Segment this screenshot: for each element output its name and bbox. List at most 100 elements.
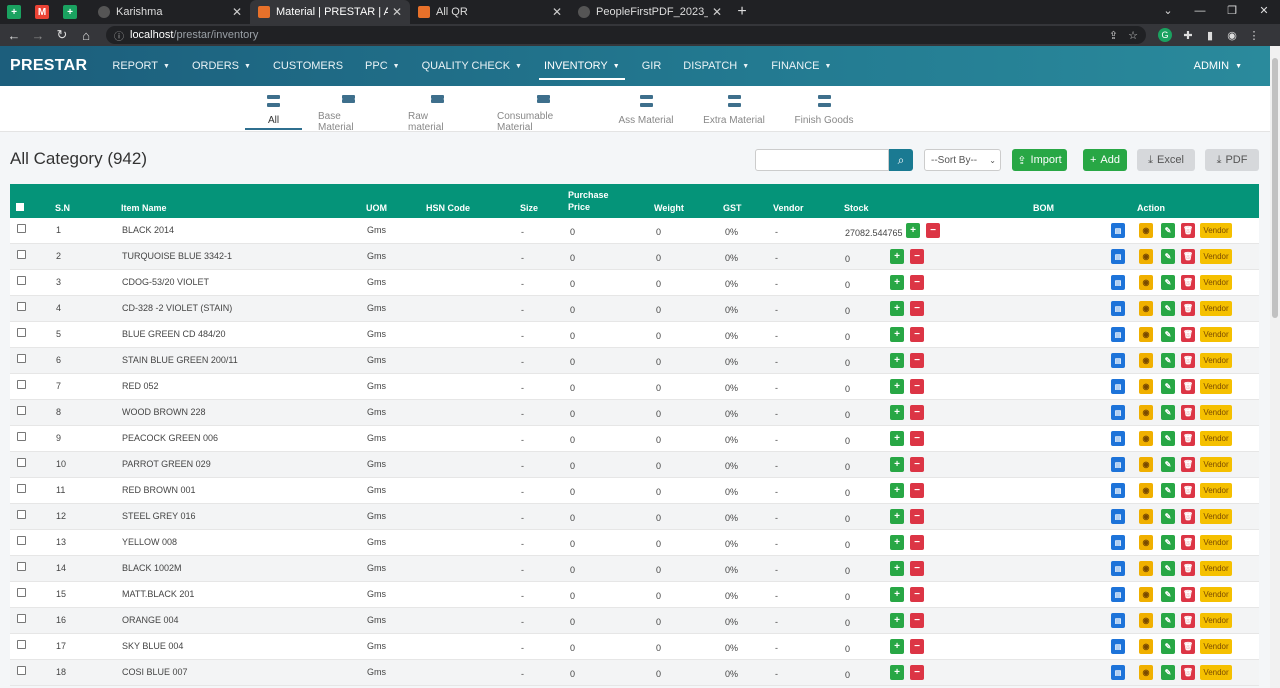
vendor-button[interactable]: Vendor [1200,457,1232,472]
excel-button[interactable]: ⤓ Excel [1137,149,1195,171]
row-checkbox[interactable] [17,562,26,571]
row-checkbox[interactable] [17,380,26,389]
add-button[interactable]: + Add [1083,149,1127,171]
view-button[interactable]: ◉ [1139,639,1153,654]
view-button[interactable]: ◉ [1139,275,1153,290]
bookmark-star-icon[interactable]: ☆ [1128,29,1138,42]
tab-base-material[interactable]: Base Material [318,86,378,133]
view-button[interactable]: ◉ [1139,301,1153,316]
browser-tab[interactable]: All QR ✕ [410,0,570,24]
delete-button[interactable]: 🗑 [1181,457,1195,472]
stock-minus-button[interactable]: − [910,249,924,264]
info-icon[interactable]: ⓘ [114,28,124,43]
tab-consumable-material[interactable]: Consumable Material [497,86,589,133]
pdf-button[interactable]: ⤓ PDF [1205,149,1259,171]
row-checkbox[interactable] [17,432,26,441]
row-checkbox[interactable] [17,640,26,649]
vendor-button[interactable]: Vendor [1200,223,1232,238]
edit-button[interactable]: ✎ [1161,405,1175,420]
edit-button[interactable]: ✎ [1161,457,1175,472]
stock-minus-button[interactable]: − [910,561,924,576]
pinned-tab[interactable]: + [0,0,28,24]
row-checkbox[interactable] [17,614,26,623]
edit-button[interactable]: ✎ [1161,275,1175,290]
nav-item-inventory[interactable]: INVENTORY ▼ [533,46,631,86]
vendor-button[interactable]: Vendor [1200,275,1232,290]
delete-button[interactable]: 🗑 [1181,301,1195,316]
search-button[interactable]: ⌕ [889,149,913,171]
nav-item-gir[interactable]: GIR [631,46,673,86]
sidepanel-icon[interactable]: ▮ [1200,27,1220,43]
edit-button[interactable]: ✎ [1161,561,1175,576]
stock-plus-button[interactable]: + [890,509,904,524]
stock-minus-button[interactable]: − [910,379,924,394]
vendor-button[interactable]: Vendor [1200,379,1232,394]
delete-button[interactable]: 🗑 [1181,275,1195,290]
back-icon[interactable]: ← [4,28,24,43]
nav-item-finance[interactable]: FINANCE ▼ [760,46,842,86]
stock-plus-button[interactable]: + [906,223,920,238]
edit-button[interactable]: ✎ [1161,535,1175,550]
stock-minus-button[interactable]: − [910,301,924,316]
bom-button[interactable]: ▤ [1111,327,1125,342]
tab-search-icon[interactable]: ⌄ [1152,0,1184,24]
reload-icon[interactable]: ↻ [52,27,72,43]
vendor-button[interactable]: Vendor [1200,353,1232,368]
vendor-button[interactable]: Vendor [1200,249,1232,264]
row-checkbox[interactable] [17,588,26,597]
vendor-button[interactable]: Vendor [1200,535,1232,550]
edit-button[interactable]: ✎ [1161,431,1175,446]
view-button[interactable]: ◉ [1139,223,1153,238]
row-checkbox[interactable] [17,666,26,675]
stock-minus-button[interactable]: − [910,353,924,368]
bom-button[interactable]: ▤ [1111,431,1125,446]
row-checkbox[interactable] [17,484,26,493]
edit-button[interactable]: ✎ [1161,665,1175,680]
stock-minus-button[interactable]: − [910,535,924,550]
edit-button[interactable]: ✎ [1161,301,1175,316]
stock-plus-button[interactable]: + [890,353,904,368]
admin-menu[interactable]: ADMIN ▼ [1194,60,1242,72]
stock-plus-button[interactable]: + [890,587,904,602]
brand-logo[interactable]: PRESTAR [10,57,87,75]
stock-plus-button[interactable]: + [890,613,904,628]
view-button[interactable]: ◉ [1139,535,1153,550]
home-icon[interactable]: ⌂ [76,28,96,43]
bom-button[interactable]: ▤ [1111,457,1125,472]
forward-icon[interactable]: → [28,28,48,43]
vendor-button[interactable]: Vendor [1200,561,1232,576]
delete-button[interactable]: 🗑 [1181,249,1195,264]
stock-minus-button[interactable]: − [910,327,924,342]
row-checkbox[interactable] [17,510,26,519]
bom-button[interactable]: ▤ [1111,249,1125,264]
maximize-button[interactable]: ❐ [1216,0,1248,24]
close-tab-icon[interactable]: ✕ [712,5,722,19]
row-checkbox[interactable] [17,406,26,415]
nav-item-report[interactable]: REPORT ▼ [101,46,181,86]
pinned-tab[interactable]: M [28,0,56,24]
extensions-icon[interactable]: ✚ [1178,27,1198,43]
bom-button[interactable]: ▤ [1111,223,1125,238]
delete-button[interactable]: 🗑 [1181,223,1195,238]
view-button[interactable]: ◉ [1139,353,1153,368]
edit-button[interactable]: ✎ [1161,223,1175,238]
stock-minus-button[interactable]: − [910,405,924,420]
search-input[interactable] [755,149,889,171]
stock-plus-button[interactable]: + [890,639,904,654]
view-button[interactable]: ◉ [1139,431,1153,446]
stock-plus-button[interactable]: + [890,561,904,576]
stock-plus-button[interactable]: + [890,665,904,680]
edit-button[interactable]: ✎ [1161,639,1175,654]
stock-plus-button[interactable]: + [890,249,904,264]
view-button[interactable]: ◉ [1139,483,1153,498]
view-button[interactable]: ◉ [1139,405,1153,420]
stock-minus-button[interactable]: − [910,509,924,524]
view-button[interactable]: ◉ [1139,613,1153,628]
bom-button[interactable]: ▤ [1111,483,1125,498]
tab-all[interactable]: All [245,86,302,132]
bom-button[interactable]: ▤ [1111,275,1125,290]
edit-button[interactable]: ✎ [1161,327,1175,342]
stock-plus-button[interactable]: + [890,327,904,342]
bom-button[interactable]: ▤ [1111,405,1125,420]
import-button[interactable]: ⇪ Import [1012,149,1067,171]
